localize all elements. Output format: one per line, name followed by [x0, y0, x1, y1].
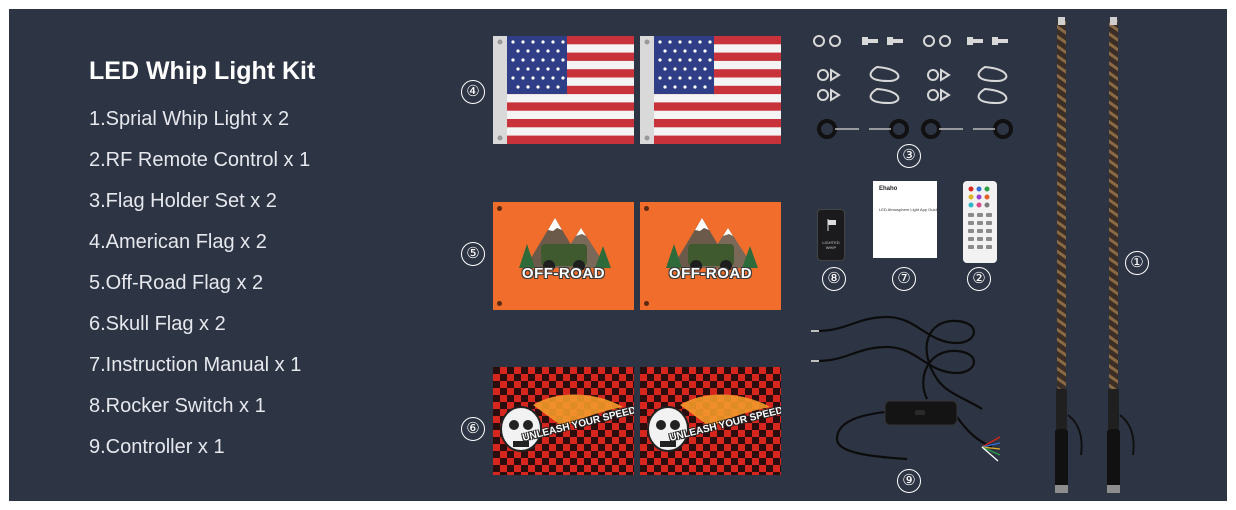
list-item: 6.Skull Flag x 2 [89, 313, 226, 335]
kit-contents-list: 1.Sprial Whip Light x 2 2.RF Remote Cont… [89, 106, 310, 475]
manual-brand: Ehaho [879, 186, 898, 192]
kit-title: LED Whip Light Kit [89, 57, 316, 85]
off-road-text: OFF-ROAD [668, 265, 753, 282]
grommet [497, 206, 502, 211]
off-road-flag: OFF-ROAD [640, 202, 781, 310]
whip-light-icon [1055, 17, 1135, 493]
manual-subtitle: LED Atmosphere Light App Guide [879, 207, 939, 212]
flag-icon [827, 219, 836, 231]
american-flag-graphic [640, 36, 781, 144]
controller-wiring-icon [811, 315, 1001, 462]
callout-8: ⑧ [822, 267, 846, 291]
callout-3: ③ [897, 144, 921, 168]
rf-remote-control [963, 181, 997, 263]
off-road-flag: OFF-ROAD [493, 202, 634, 310]
grommet [497, 301, 502, 306]
list-item: 8.Rocker Switch x 1 [89, 395, 266, 417]
american-flag [493, 36, 634, 144]
callout-4: ④ [461, 80, 485, 104]
instruction-manual: Ehaho LED Atmosphere Light App Guide [873, 181, 939, 258]
grommet [644, 301, 649, 306]
callout-7: ⑦ [892, 267, 916, 291]
off-road-text: OFF-ROAD [521, 265, 606, 282]
list-item: 9.Controller x 1 [89, 436, 225, 458]
product-panel: LED Whip Light Kit 1.Sprial Whip Light x… [9, 9, 1227, 501]
callout-5: ⑤ [461, 242, 485, 266]
callout-9: ⑨ [897, 469, 921, 493]
list-item: 3.Flag Holder Set x 2 [89, 190, 277, 212]
mountain-icon [666, 218, 758, 270]
american-flag-graphic [493, 36, 634, 144]
american-flag [640, 36, 781, 144]
skull-flag: UNLEASH YOUR SPEED [493, 367, 634, 475]
list-item: 2.RF Remote Control x 1 [89, 149, 311, 171]
list-item: 5.Off-Road Flag x 2 [89, 272, 264, 294]
rocker-switch-label: LIGHTED WHIP [822, 240, 840, 250]
mountain-icon [519, 218, 611, 270]
callout-6: ⑥ [461, 417, 485, 441]
grommet [644, 206, 649, 211]
rocker-switch: LIGHTED WHIP [817, 209, 845, 261]
list-item: 4.American Flag x 2 [89, 231, 267, 253]
list-item: 1.Sprial Whip Light x 2 [89, 108, 290, 130]
remote-buttons-icon [968, 186, 992, 249]
callout-2: ② [967, 267, 991, 291]
flag-holder-hardware-icon [813, 35, 1013, 139]
skull-flag: UNLEASH YOUR SPEED [640, 367, 781, 475]
list-item: 7.Instruction Manual x 1 [89, 354, 302, 376]
